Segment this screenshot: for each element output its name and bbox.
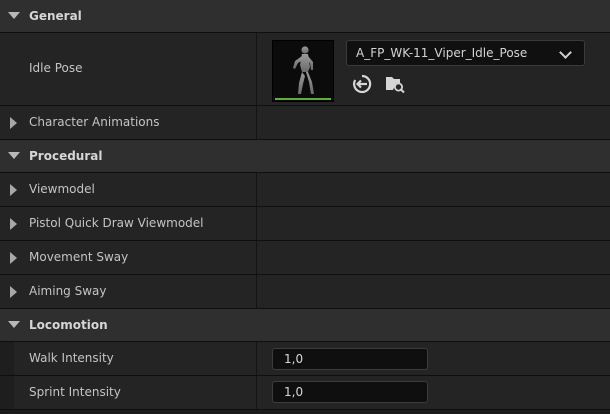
property-name-column: Aiming Sway bbox=[0, 275, 257, 308]
thumbnail-asset-type-bar bbox=[275, 98, 331, 100]
property-movement-sway[interactable]: Movement Sway bbox=[0, 241, 610, 275]
arrow-left-circle-icon bbox=[353, 74, 372, 94]
category-procedural[interactable]: Procedural bbox=[0, 140, 610, 173]
property-aiming-sway[interactable]: Aiming Sway bbox=[0, 275, 610, 309]
property-pistol-quick-draw-viewmodel[interactable]: Pistol Quick Draw Viewmodel bbox=[0, 207, 610, 241]
chevron-right-icon[interactable] bbox=[10, 252, 17, 264]
asset-name: A_FP_WK-11_Viper_Idle_Pose bbox=[356, 46, 528, 60]
property-label: Character Animations bbox=[29, 115, 160, 129]
use-selected-asset-button[interactable] bbox=[351, 73, 373, 95]
property-viewmodel[interactable]: Viewmodel bbox=[0, 173, 610, 207]
property-label: Pistol Quick Draw Viewmodel bbox=[29, 216, 204, 230]
chevron-down-icon bbox=[559, 46, 572, 59]
folder-search-icon bbox=[386, 77, 405, 94]
chevron-down-icon[interactable] bbox=[8, 152, 20, 159]
chevron-right-icon[interactable] bbox=[10, 286, 17, 298]
property-label: Movement Sway bbox=[29, 250, 129, 264]
walk-intensity-input[interactable] bbox=[272, 348, 428, 370]
property-label: Viewmodel bbox=[29, 182, 95, 196]
category-label: General bbox=[29, 9, 82, 23]
property-sprint-intensity: Sprint Intensity bbox=[0, 376, 610, 410]
asset-thumbnail[interactable] bbox=[272, 40, 334, 102]
chevron-down-icon[interactable] bbox=[8, 12, 20, 19]
asset-picker-combo[interactable]: A_FP_WK-11_Viper_Idle_Pose bbox=[346, 40, 585, 66]
property-name-column: Pistol Quick Draw Viewmodel bbox=[0, 207, 257, 240]
property-label: Aiming Sway bbox=[29, 284, 107, 298]
property-label: Sprint Intensity bbox=[29, 385, 121, 399]
category-label: Procedural bbox=[29, 149, 103, 163]
category-general[interactable]: General bbox=[0, 0, 610, 33]
property-name-column: Sprint Intensity bbox=[0, 376, 257, 409]
chevron-down-icon[interactable] bbox=[8, 321, 20, 328]
property-name-column: Viewmodel bbox=[0, 173, 257, 206]
property-name-column: Character Animations bbox=[0, 106, 257, 139]
property-label: Walk Intensity bbox=[29, 351, 114, 365]
character-figure-icon bbox=[293, 46, 314, 94]
property-name-column: Idle Pose bbox=[0, 33, 257, 105]
sprint-intensity-input[interactable] bbox=[272, 381, 428, 403]
chevron-right-icon[interactable] bbox=[10, 117, 17, 129]
details-panel: General Idle Pose A_FP_WK-11_Viper_Idle_… bbox=[0, 0, 610, 414]
property-label: Idle Pose bbox=[29, 61, 83, 75]
property-name-column: Walk Intensity bbox=[0, 342, 257, 375]
property-idle-pose: Idle Pose A_FP_WK-11_Viper_Idle_Pose bbox=[0, 33, 610, 106]
browse-to-asset-button[interactable] bbox=[384, 73, 406, 95]
category-label: Locomotion bbox=[29, 318, 108, 332]
chevron-right-icon[interactable] bbox=[10, 218, 17, 230]
category-locomotion[interactable]: Locomotion bbox=[0, 309, 610, 342]
chevron-right-icon[interactable] bbox=[10, 184, 17, 196]
property-character-animations[interactable]: Character Animations bbox=[0, 106, 610, 140]
property-walk-intensity: Walk Intensity bbox=[0, 342, 610, 376]
property-name-column: Movement Sway bbox=[0, 241, 257, 274]
